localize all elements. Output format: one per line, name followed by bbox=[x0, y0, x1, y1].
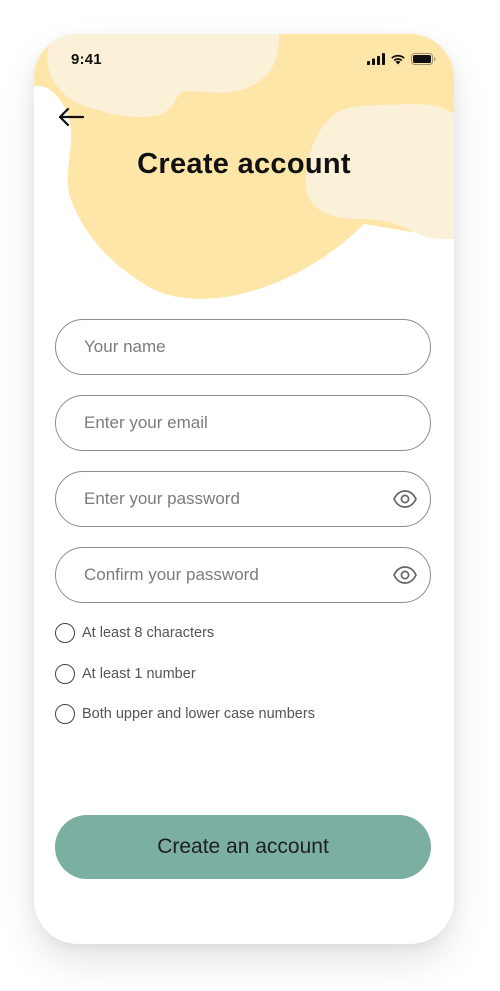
email-input[interactable] bbox=[84, 396, 374, 450]
status-bar: 9:41 bbox=[34, 34, 454, 84]
requirement-item: At least 8 characters bbox=[55, 621, 214, 645]
requirement-check-circle bbox=[55, 704, 75, 724]
requirement-label: At least 8 characters bbox=[82, 625, 215, 641]
requirement-check-circle bbox=[55, 664, 75, 684]
eye-icon[interactable] bbox=[392, 488, 418, 510]
name-field[interactable] bbox=[55, 319, 431, 375]
requirement-check-circle bbox=[55, 623, 75, 643]
confirm-password-input[interactable] bbox=[84, 548, 374, 602]
requirement-item: Both upper and lower case numbers bbox=[55, 702, 315, 726]
status-time: 9:41 bbox=[71, 51, 102, 68]
requirement-item: At least 1 number bbox=[55, 662, 196, 686]
email-field[interactable] bbox=[55, 395, 431, 451]
eye-icon[interactable] bbox=[392, 564, 418, 586]
create-account-button[interactable]: Create an account bbox=[55, 815, 431, 879]
arrow-left-icon[interactable] bbox=[56, 102, 86, 132]
phone-screen: 9:41 Create account Your name Enter your… bbox=[34, 34, 454, 944]
requirement-label: At least 1 number bbox=[82, 666, 196, 682]
wifi-icon bbox=[391, 54, 405, 65]
status-icons bbox=[367, 53, 436, 65]
password-field[interactable] bbox=[55, 471, 431, 527]
requirement-label: Both upper and lower case numbers bbox=[82, 706, 315, 722]
name-input[interactable] bbox=[84, 320, 374, 374]
page-title: Create account bbox=[137, 148, 351, 180]
password-input[interactable] bbox=[84, 472, 374, 526]
signal-icon bbox=[367, 53, 385, 65]
battery-icon bbox=[411, 53, 436, 65]
confirm-password-field[interactable] bbox=[55, 547, 431, 603]
